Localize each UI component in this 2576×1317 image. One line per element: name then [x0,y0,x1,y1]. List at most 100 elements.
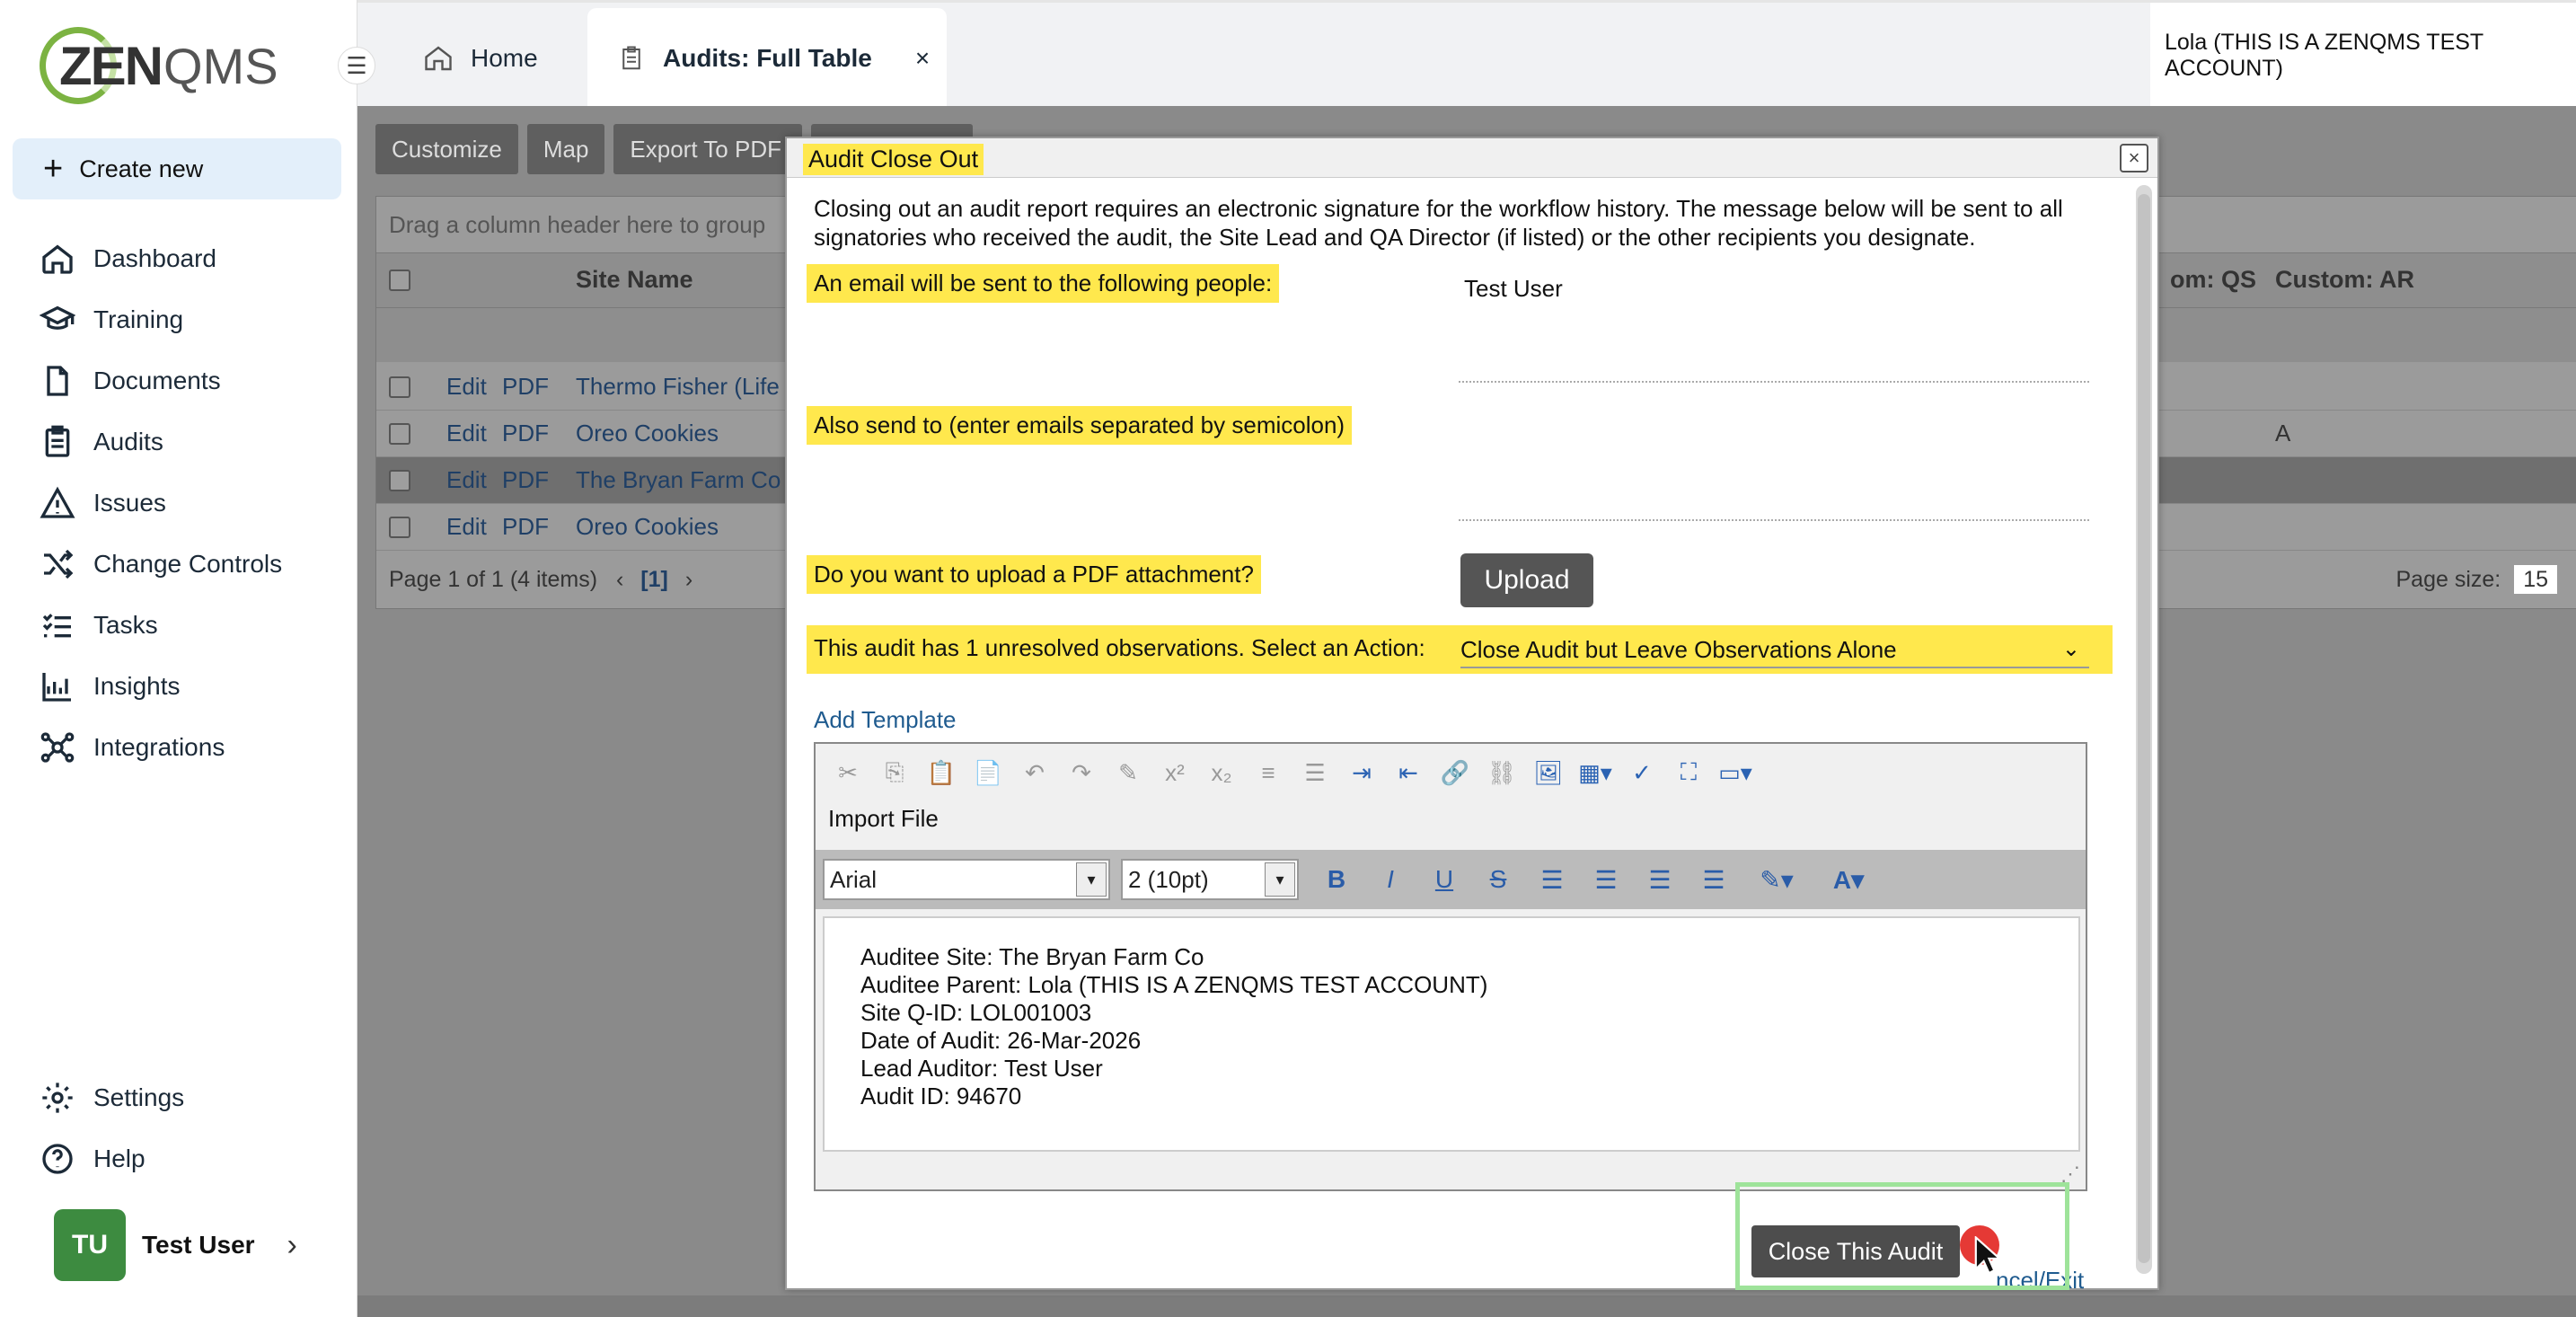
cut-icon[interactable]: ✂ [825,753,871,792]
pdf-link[interactable]: PDF [502,420,549,447]
font-family-select[interactable]: Arial ▾ [823,859,1110,900]
pdf-link[interactable]: PDF [502,513,549,541]
edit-link[interactable]: Edit [446,513,487,541]
align-center-icon[interactable]: ☰ [1579,865,1633,895]
tab-home[interactable]: Home [422,8,538,109]
prev-page-icon[interactable]: ‹ [616,567,623,592]
underline-icon[interactable]: U [1417,865,1471,894]
next-page-icon[interactable]: › [685,567,693,592]
align-right-icon[interactable]: ☰ [1633,865,1687,895]
close-tab-icon[interactable]: × [915,44,930,73]
font-size-select[interactable]: 2 (10pt) ▾ [1121,859,1299,900]
column-header-custom-ar[interactable]: Custom: AR [2275,266,2414,294]
site-name-cell[interactable]: The Bryan Farm Co [576,466,781,494]
site-name-cell[interactable]: Oreo Cookies [576,420,719,447]
site-name-cell[interactable]: Thermo Fisher (Life [576,373,780,401]
ordered-list-icon[interactable]: ≡ [1245,753,1292,792]
row-checkbox[interactable] [389,517,410,538]
add-template-link[interactable]: Add Template [814,706,957,734]
paste-icon[interactable]: 📋 [918,753,965,792]
upload-button[interactable]: Upload [1460,553,1593,607]
dialog-body: Closing out an audit report requires an … [787,178,2134,1294]
chart-icon [42,673,71,702]
indent-icon[interactable]: ⇥ [1338,753,1385,792]
close-icon[interactable]: × [2120,144,2148,172]
font-color-icon[interactable]: A▾ [1813,865,1884,895]
sidebar-item-integrations[interactable]: Integrations [40,729,225,765]
outdent-icon[interactable]: ⇤ [1385,753,1432,792]
page-size: Page size: 15 [2395,565,2557,594]
edit-link[interactable]: Edit [446,420,487,447]
dialog-title-bar: Audit Close Out × [787,138,2157,178]
sidebar-item-label: Documents [93,367,221,394]
template-icon[interactable]: ▭▾ [1712,753,1759,792]
body-line: Audit ID: 94670 [860,1083,1022,1109]
page-number[interactable]: [1] [640,567,668,592]
spellcheck-icon[interactable]: ✓ [1619,753,1665,792]
insert-image-icon[interactable]: 🖼 [1525,753,1572,792]
sidebar-item-training[interactable]: Training [40,302,183,338]
sidebar-item-issues[interactable]: Issues [40,485,166,521]
justify-icon[interactable]: ☰ [1687,865,1741,895]
unordered-list-icon[interactable]: ☰ [1292,753,1338,792]
hamburger-menu-icon[interactable]: ☰ [338,47,375,84]
row-checkbox[interactable] [389,376,410,398]
also-send-field[interactable] [1459,413,2089,521]
column-header-site-name[interactable]: Site Name [576,266,693,294]
row-checkbox[interactable] [389,423,410,445]
page-size-select[interactable]: 15 [2514,565,2557,594]
highlight-color-icon[interactable]: ✎▾ [1741,865,1813,895]
strikethrough-icon[interactable]: S [1471,865,1525,894]
remove-link-icon[interactable]: ⛓ [1478,753,1525,792]
home-icon [42,244,73,274]
pdf-link[interactable]: PDF [502,466,549,494]
italic-icon[interactable]: I [1363,865,1417,894]
fullscreen-icon[interactable]: ⛶ [1665,753,1712,792]
import-file-button[interactable]: Import File [828,805,939,833]
bold-icon[interactable]: B [1310,865,1363,894]
sidebar-item-audits[interactable]: Audits [40,424,163,460]
horizontal-scrollbar[interactable] [357,1295,2576,1317]
sidebar-item-change-controls[interactable]: Change Controls [40,546,282,582]
pdf-link[interactable]: PDF [502,373,549,401]
map-button[interactable]: Map [526,124,605,174]
superscript-icon[interactable]: x² [1151,753,1198,792]
scrollbar-thumb[interactable] [2138,194,2150,1263]
insert-link-icon[interactable]: 🔗 [1432,753,1478,792]
tab-audits-full-table[interactable]: Audits: Full Table × [587,8,947,109]
edit-link[interactable]: Edit [446,373,487,401]
insert-table-icon[interactable]: ▦▾ [1572,753,1619,792]
export-pdf-button[interactable]: Export To PDF [613,124,803,174]
sidebar-item-help[interactable]: Help [40,1141,146,1177]
account-name[interactable]: Lola (THIS IS A ZENQMS TEST ACCOUNT) [2150,3,2576,109]
unresolved-action-row: This audit has 1 unresolved observations… [807,625,2113,674]
target-highlight [1735,1182,2069,1290]
sidebar-item-tasks[interactable]: Tasks [40,607,158,643]
site-name-cell[interactable]: Oreo Cookies [576,513,719,541]
redo-icon[interactable]: ↷ [1058,753,1105,792]
action-select[interactable]: Close Audit but Leave Observations Alone… [1460,632,2089,668]
mouse-cursor-icon [1974,1236,2001,1275]
sidebar-item-settings[interactable]: Settings [40,1080,184,1116]
sidebar-item-insights[interactable]: Insights [40,668,181,704]
create-new-button[interactable]: + Create new [13,138,341,199]
select-all-checkbox[interactable] [389,270,410,291]
dialog-scrollbar[interactable] [2136,185,2152,1274]
copy-icon[interactable]: ⎘ [871,753,918,792]
email-recipients-field[interactable]: Test User [1459,268,2089,383]
zenqms-logo[interactable]: ZEN QMS [40,27,278,104]
customize-button[interactable]: Customize [375,124,518,174]
edit-link[interactable]: Edit [446,466,487,494]
editor-content[interactable]: Auditee Site: The Bryan Farm Co Auditee … [823,916,2080,1152]
paste-word-icon[interactable]: 📄 [965,753,1011,792]
body-line: Lead Auditor: Test User [860,1055,1103,1082]
column-header-custom-qs[interactable]: om: QS [2170,266,2256,294]
undo-icon[interactable]: ↶ [1011,753,1058,792]
sidebar-item-documents[interactable]: Documents [40,363,221,399]
subscript-icon[interactable]: x₂ [1198,753,1245,792]
format-painter-icon[interactable]: ✎ [1105,753,1151,792]
align-left-icon[interactable]: ☰ [1525,865,1579,895]
sidebar-item-dashboard[interactable]: Dashboard [40,241,216,277]
user-menu[interactable]: TU Test User › [54,1209,297,1281]
row-checkbox[interactable] [389,470,410,491]
